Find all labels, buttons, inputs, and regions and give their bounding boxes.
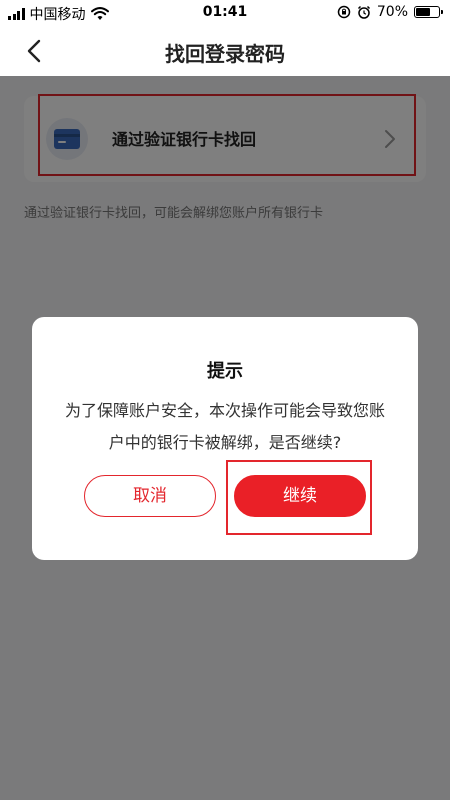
orientation-lock-icon [337, 5, 351, 19]
dialog-message: 为了保障账户安全，本次操作可能会导致您账户中的银行卡被解绑，是否继续? [64, 401, 385, 452]
highlight-box-continue [226, 460, 372, 535]
battery-icon [414, 6, 443, 18]
nav-bar: 找回登录密码 [0, 26, 450, 76]
dialog-title: 提示 [207, 361, 243, 382]
confirm-dialog: 提示 为了保障账户安全，本次操作可能会导致您账户中的银行卡被解绑，是否继续? 取… [32, 317, 418, 560]
status-bar: 中国移动 01:41 70% [0, 0, 450, 26]
alarm-icon [357, 5, 370, 19]
cancel-button[interactable]: 取消 [84, 475, 216, 517]
battery-level [416, 8, 430, 16]
status-right: 70% [337, 4, 443, 20]
battery-percent: 70% [376, 4, 408, 20]
page-title: 找回登录密码 [165, 42, 285, 66]
